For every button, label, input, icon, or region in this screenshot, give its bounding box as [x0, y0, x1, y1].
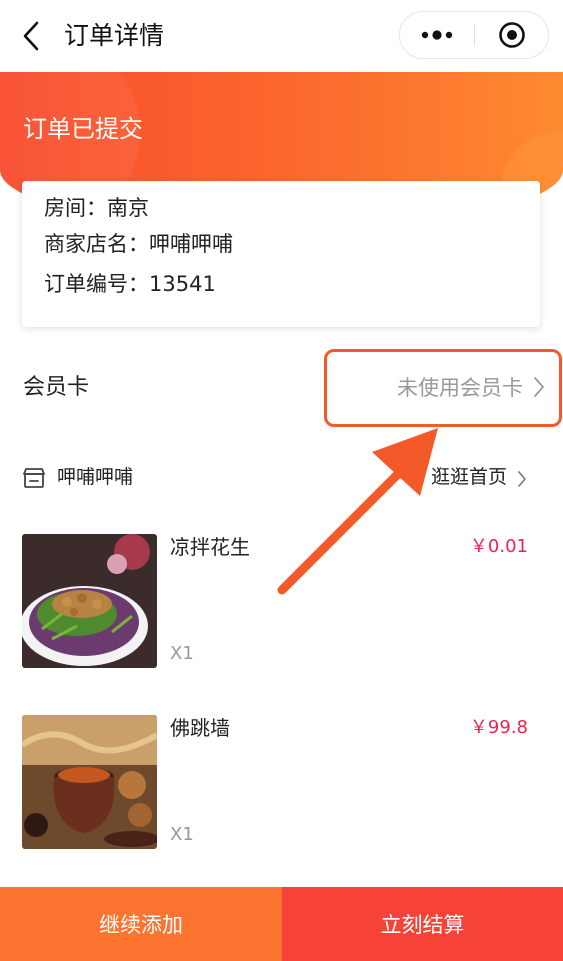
close-mini-program-button[interactable] [475, 12, 549, 58]
order-item: 佛跳墙 X1 ￥99.8 [0, 715, 563, 849]
product-image [22, 534, 157, 668]
shop-value: 呷哺呷哺 [149, 232, 233, 256]
order-status-title: 订单已提交 [23, 115, 143, 143]
member-card-selector[interactable]: 未使用会员卡 [324, 349, 562, 427]
page-title: 订单详情 [64, 21, 165, 50]
room-label: 房间： [44, 196, 107, 220]
mini-program-capsule [399, 11, 549, 59]
store-icon [23, 468, 45, 488]
shop-name: 呷哺呷哺 [57, 466, 134, 488]
more-menu-button[interactable] [400, 12, 474, 58]
browse-home-label: 逛逛首页 [431, 466, 508, 488]
product-price: ￥99.8 [469, 717, 528, 738]
more-dots-icon [421, 30, 453, 40]
order-item: 凉拌花生 X1 ￥0.01 [0, 534, 563, 668]
order-number-value: 13541 [149, 272, 216, 296]
room-value: 南京 [107, 196, 149, 220]
chevron-right-icon [518, 471, 526, 487]
continue-adding-button[interactable]: 继续添加 [0, 887, 282, 961]
shop-label: 商家店名： [44, 232, 149, 256]
product-name: 佛跳墙 [170, 716, 230, 740]
product-quantity: X1 [170, 824, 194, 845]
order-info-card: 房间：南京 商家店名：呷哺呷哺 订单编号：13541 [22, 181, 540, 327]
shop-info: 商家店名：呷哺呷哺 [44, 229, 233, 259]
target-circle-icon [499, 22, 525, 48]
product-price: ￥0.01 [469, 536, 528, 557]
chevron-right-icon [534, 377, 544, 397]
bottom-action-bar: 继续添加 立刻结算 [0, 887, 563, 961]
checkout-button[interactable]: 立刻结算 [282, 887, 563, 961]
product-quantity: X1 [170, 643, 194, 664]
room-info: 房间：南京 [44, 193, 149, 223]
product-name: 凉拌花生 [170, 535, 250, 559]
chevron-left-icon [23, 21, 39, 51]
order-number-label: 订单编号： [44, 272, 149, 296]
nav-bar: 订单详情 [0, 0, 563, 72]
member-card-status: 未使用会员卡 [397, 376, 523, 400]
member-card-label: 会员卡 [23, 375, 90, 400]
product-image [22, 715, 157, 849]
browse-home-link[interactable]: 逛逛首页 [431, 461, 526, 493]
order-number-info: 订单编号：13541 [44, 269, 216, 299]
back-button[interactable] [16, 18, 46, 54]
